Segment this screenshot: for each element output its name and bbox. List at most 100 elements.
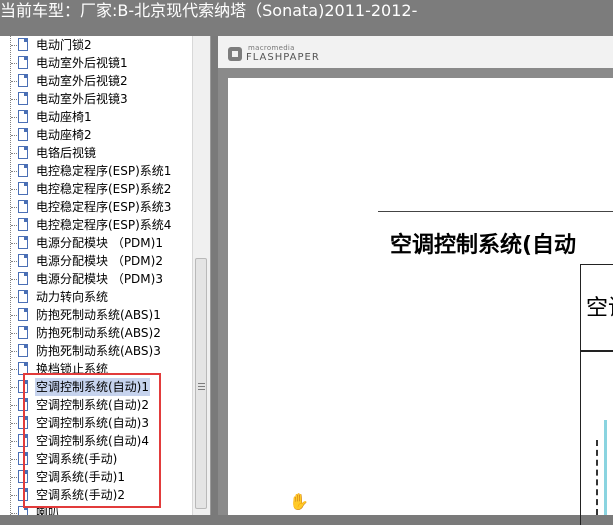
tree-item-label: 电源分配模块 （PDM)2 <box>36 254 163 268</box>
tree-item[interactable]: 电源分配模块 （PDM)2 <box>0 252 190 270</box>
scroll-thumb[interactable] <box>195 258 207 509</box>
tree-item[interactable]: 换档锁止系统 <box>0 360 190 378</box>
document-icon <box>18 110 28 123</box>
tree-item[interactable]: 喇叭 <box>0 504 190 515</box>
tree-item-label: 动力转向系统 <box>36 290 109 304</box>
tree-item-label: 空调系统(手动)2 <box>36 488 125 502</box>
tree-item[interactable]: 电控稳定程序(ESP)系统4 <box>0 216 190 234</box>
tree-item[interactable]: 动力转向系统 <box>0 288 190 306</box>
tree-item[interactable]: 电源分配模块 （PDM)1 <box>0 234 190 252</box>
document-icon <box>18 182 28 195</box>
tree-item-label: 电动室外后视镜1 <box>36 56 128 70</box>
tree-item[interactable]: 防抱死制动系统(ABS)2 <box>0 324 190 342</box>
document-icon <box>18 380 28 393</box>
page-box-rule <box>580 350 613 352</box>
tree-item[interactable]: 电铬后视镜 <box>0 144 190 162</box>
tree-item-label: 空调系统(手动) <box>36 452 118 466</box>
tree-item-label: 空调控制系统(自动)4 <box>36 434 149 448</box>
brand-small-text: macromedia <box>248 44 295 52</box>
document-icon <box>18 416 28 429</box>
document-icon <box>18 398 28 411</box>
page-top-rule <box>378 211 613 212</box>
document-icon <box>18 74 28 87</box>
tree-item-label: 电控稳定程序(ESP)系统3 <box>36 200 172 214</box>
tree-item[interactable]: 电动门锁2 <box>0 36 190 54</box>
tree-item-label: 防抱死制动系统(ABS)1 <box>36 308 161 322</box>
document-icon <box>18 56 28 69</box>
tree-panel: 电动门锁2 电动室外后视镜1 电动室外后视镜2 电动室外后视镜3 电动座椅1 电… <box>0 36 211 515</box>
tree-item[interactable]: 电控稳定程序(ESP)系统2 <box>0 180 190 198</box>
tree-item[interactable]: 电控稳定程序(ESP)系统1 <box>0 162 190 180</box>
tree-item-label: 电动座椅1 <box>36 110 92 124</box>
document-icon <box>18 164 28 177</box>
tree-item[interactable]: 电源分配模块 （PDM)3 <box>0 270 190 288</box>
tree-item[interactable]: 防抱死制动系统(ABS)1 <box>0 306 190 324</box>
document-icon <box>18 506 28 515</box>
tree-item-label: 电动门锁2 <box>36 38 92 52</box>
page-box-text: 空调 <box>586 296 613 321</box>
tree-item[interactable]: 空调系统(手动)2 <box>0 486 190 504</box>
diagram-cyan-line <box>604 420 607 515</box>
tree-item-label: 电控稳定程序(ESP)系统2 <box>36 182 172 196</box>
document-icon <box>18 362 28 375</box>
tree-item-label: 电动室外后视镜2 <box>36 74 128 88</box>
tree-item-label: 喇叭 <box>36 506 61 515</box>
tree-item-selected[interactable]: 空调控制系统(自动)1 <box>0 378 190 396</box>
brand-big-text: FLASHPAPER <box>246 52 320 63</box>
tree-item-label: 电源分配模块 （PDM)3 <box>36 272 163 286</box>
document-viewer: macromedia FLASHPAPER <box>218 36 613 515</box>
tree-item[interactable]: 电动座椅2 <box>0 126 190 144</box>
tree-item[interactable]: 防抱死制动系统(ABS)3 <box>0 342 190 360</box>
tree-item[interactable]: 空调控制系统(自动)2 <box>0 396 190 414</box>
tree-item[interactable]: 电控稳定程序(ESP)系统3 <box>0 198 190 216</box>
tree-item-label: 电铬后视镜 <box>36 146 97 160</box>
tree-item[interactable]: 电动座椅1 <box>0 108 190 126</box>
document-icon <box>18 344 28 357</box>
document-icon <box>18 38 28 51</box>
tree-item-label: 电控稳定程序(ESP)系统1 <box>36 164 172 178</box>
document-icon <box>18 218 28 231</box>
tree-item-label: 空调系统(手动)1 <box>36 470 125 484</box>
document-icon <box>18 452 28 465</box>
document-icon <box>18 290 28 303</box>
document-icon <box>18 272 28 285</box>
document-icon <box>18 236 28 249</box>
hand-cursor-icon: ✋ <box>289 492 309 511</box>
tree-item[interactable]: 空调控制系统(自动)3 <box>0 414 190 432</box>
tree-item-label: 电动室外后视镜3 <box>36 92 128 106</box>
document-icon <box>18 146 28 159</box>
viewer-toolbar: macromedia FLASHPAPER <box>218 36 613 68</box>
window-title: 当前车型：厂家:B-北京现代索纳塔（Sonata)2011-2012- <box>0 1 418 20</box>
vertical-scrollbar[interactable] <box>192 36 210 515</box>
tree-item-label: 空调控制系统(自动)3 <box>36 416 149 430</box>
tree-item-label: 空调控制系统(自动)1 <box>35 378 150 396</box>
tree-item-label: 电控稳定程序(ESP)系统4 <box>36 218 172 232</box>
tree-item[interactable]: 电动室外后视镜3 <box>0 90 190 108</box>
tree-item[interactable]: 电动室外后视镜1 <box>0 54 190 72</box>
document-page[interactable] <box>228 78 613 515</box>
tree-item-label: 空调控制系统(自动)2 <box>36 398 149 412</box>
document-icon <box>18 128 28 141</box>
tree-item-label: 电源分配模块 （PDM)1 <box>36 236 163 250</box>
document-icon <box>18 254 28 267</box>
document-area[interactable] <box>218 68 613 515</box>
grip-icon <box>198 383 205 384</box>
tree-item-label: 电动座椅2 <box>36 128 92 142</box>
tree-list: 电动门锁2 电动室外后视镜1 电动室外后视镜2 电动室外后视镜3 电动座椅1 电… <box>0 36 190 515</box>
tree-item[interactable]: 空调系统(手动)1 <box>0 468 190 486</box>
document-icon <box>18 308 28 321</box>
document-icon <box>18 326 28 339</box>
tree-item[interactable]: 电动室外后视镜2 <box>0 72 190 90</box>
document-icon <box>18 92 28 105</box>
tree-item-label: 防抱死制动系统(ABS)3 <box>36 344 161 358</box>
document-icon <box>18 488 28 501</box>
tree-item[interactable]: 空调控制系统(自动)4 <box>0 432 190 450</box>
tree-item[interactable]: 空调系统(手动) <box>0 450 190 468</box>
document-icon <box>18 470 28 483</box>
window-title-bar: 当前车型：厂家:B-北京现代索纳塔（Sonata)2011-2012- <box>0 0 613 36</box>
tree-item-label: 换档锁止系统 <box>36 362 109 376</box>
document-icon <box>18 434 28 447</box>
flashpaper-logo-icon <box>228 47 242 61</box>
diagram-dash-line <box>596 440 598 515</box>
tree-item-label: 防抱死制动系统(ABS)2 <box>36 326 161 340</box>
